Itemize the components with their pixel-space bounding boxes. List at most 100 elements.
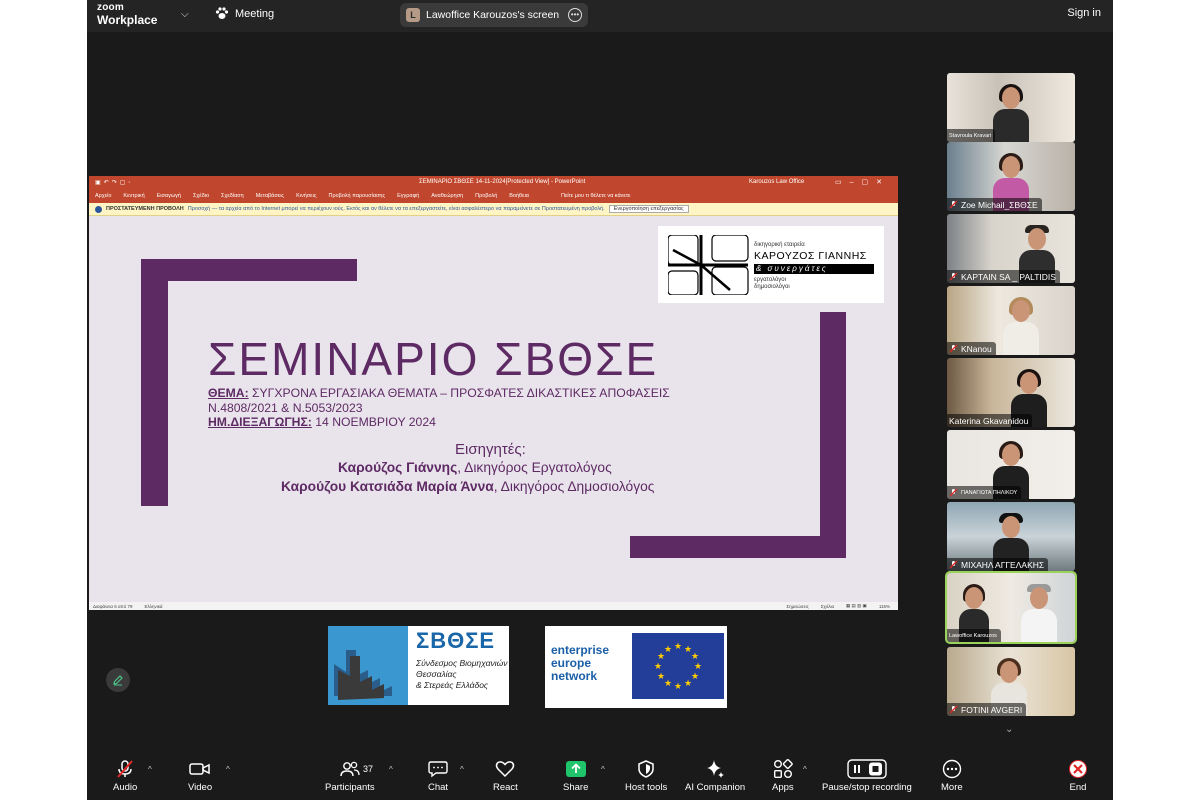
- notes-button[interactable]: Σημειώσεις: [786, 604, 808, 609]
- menu-item[interactable]: Προβολή παρουσίασης: [329, 193, 386, 199]
- sharing-indicator[interactable]: L Lawoffice Karouzos's screen •••: [400, 3, 588, 27]
- zoom-logo: zoom Workplace: [97, 3, 157, 27]
- firm-logo-mark: [668, 235, 749, 295]
- firm-partners: & συνεργάτες: [754, 264, 874, 274]
- svg-text:★: ★: [654, 662, 662, 672]
- participant-tile[interactable]: KAPTAIN SA _ PALTIDIS: [947, 214, 1075, 283]
- mic-off-icon: [117, 760, 133, 778]
- participant-tile-active-speaker[interactable]: Lawoffice Karouzos: [945, 571, 1077, 644]
- participant-tile[interactable]: ΠΑΝΑΓΙΩΤΑ ΠΗΛΙΚΟΥ: [947, 430, 1075, 499]
- een-line1: enterprise: [551, 643, 610, 657]
- mic-off-icon: [949, 705, 958, 714]
- ai-companion-button[interactable]: AI Companion: [685, 758, 745, 793]
- participant-name: ΠΑΝΑΓΙΩΤΑ ΠΗΛΙΚΟΥ: [947, 486, 1022, 499]
- video-options-caret[interactable]: ^: [226, 765, 230, 774]
- mic-off-icon: [949, 272, 958, 281]
- participant-tile[interactable]: Stavroula Kravari: [947, 73, 1075, 142]
- gallery-scroll-down-icon[interactable]: ⌄: [1005, 724, 1013, 735]
- more-button[interactable]: More: [941, 758, 963, 793]
- menu-item[interactable]: Αρχείο: [95, 193, 111, 199]
- chat-label: Chat: [428, 782, 449, 793]
- slide-title: ΣΕΜΙΝΑΡΙΟ ΣΒΘΣΕ: [208, 333, 659, 385]
- meeting-label: Meeting: [235, 7, 275, 20]
- sbose-name: ΣΒΘΣΕ: [416, 628, 496, 653]
- apps-button[interactable]: Apps: [772, 758, 794, 793]
- shared-screen: ▣↶↷▢◦ ΣΕΜΙΝΑΡΙΟ ΣΒΘΣΕ 14-11-2024[Protect…: [89, 176, 898, 610]
- recording-label: Pause/stop recording: [822, 782, 912, 793]
- apps-options-caret[interactable]: ^: [803, 765, 807, 774]
- slide-date: ΗΜ.ΔΙΕΞΑΓΩΓΗΣ: 14 ΝΟΕΜΒΡΙΟΥ 2024: [208, 415, 436, 429]
- end-button[interactable]: End: [1068, 758, 1088, 793]
- meeting-button[interactable]: Meeting: [215, 7, 274, 20]
- audio-button[interactable]: Audio: [113, 758, 137, 793]
- participant-tile[interactable]: FOTINI AVGERI: [947, 647, 1075, 716]
- view-buttons[interactable]: ▦ ▤ ▥ ▣: [846, 603, 867, 609]
- menu-item[interactable]: Σχεδίαση: [221, 193, 244, 199]
- more-icon[interactable]: •••: [568, 8, 582, 22]
- comments-button[interactable]: Σχόλια: [821, 604, 834, 609]
- participant-tile[interactable]: Katerina Gkavanidou: [947, 358, 1075, 427]
- ppt-ribbon-menu: Αρχείο Κεντρική Εισαγωγή Σχέδιο Σχεδίαση…: [89, 189, 898, 203]
- menu-item[interactable]: Εγγραφή: [397, 193, 419, 199]
- mic-off-icon: [949, 560, 958, 569]
- language-indicator: Ελληνικά: [144, 603, 163, 609]
- participant-name: FOTINI AVGERI: [947, 703, 1027, 716]
- menu-item[interactable]: Εισαγωγή: [157, 193, 181, 199]
- participants-options-caret[interactable]: ^: [389, 765, 393, 774]
- protected-view-message: Προσοχή — τα αρχεία από το Internet μπορ…: [187, 206, 605, 212]
- slide-frame: [630, 536, 846, 558]
- share-label: Share: [563, 782, 589, 793]
- chevron-down-icon[interactable]: ⌵: [181, 9, 189, 20]
- annotate-button[interactable]: [106, 668, 130, 692]
- menu-item[interactable]: Μεταβάσεις: [256, 193, 284, 199]
- svg-text:★: ★: [684, 679, 692, 689]
- video-button[interactable]: Video: [188, 758, 212, 793]
- menu-item[interactable]: Κεντρική: [123, 193, 144, 199]
- menu-item[interactable]: Προβολή: [475, 193, 497, 199]
- participants-icon: [340, 761, 360, 777]
- react-icon: [496, 761, 515, 778]
- tell-me-field[interactable]: Πείτε μου τι θέλετε να κάνετε: [561, 193, 631, 199]
- svg-text:★: ★: [691, 672, 699, 682]
- participant-tile[interactable]: KNanou: [947, 286, 1075, 355]
- video-label: Video: [188, 782, 213, 793]
- pause-stop-recording-button[interactable]: Pause/stop recording: [822, 758, 912, 793]
- menu-item[interactable]: Αναθεώρηση: [431, 193, 463, 199]
- firm-logo: δικηγορική εταιρεία ΚΑΡΟΥΖΟΣ ΓΙΑΝΝΗΣ & σ…: [658, 226, 884, 303]
- chat-button[interactable]: Chat: [428, 758, 448, 793]
- react-button[interactable]: React: [493, 758, 518, 793]
- protected-view-label: ΠΡΟΣΤΑΤΕΥΜΕΝΗ ΠΡΟΒΟΛΗ: [106, 206, 184, 212]
- svg-text:★: ★: [664, 679, 672, 689]
- participant-name: Lawoffice Karouzos: [947, 629, 1001, 642]
- speaker-2-name: Καρούζου Κατσιάδα Μαρία Άννα: [281, 479, 494, 494]
- meeting-toolbar: Audio ^ Video ^ Participants 37 ^ Chat ^…: [87, 752, 1113, 800]
- menu-item[interactable]: Κινήσεις: [296, 193, 316, 199]
- audio-label: Audio: [113, 782, 138, 793]
- audio-options-caret[interactable]: ^: [148, 765, 152, 774]
- menu-item[interactable]: Βοήθεια: [509, 193, 529, 199]
- participant-name: Zoe Michail_ΣΒΘΣΕ: [947, 198, 1042, 211]
- host-tools-button[interactable]: Host tools: [625, 758, 667, 793]
- share-options-caret[interactable]: ^: [601, 765, 605, 774]
- participant-tile[interactable]: ΜΙΧΑΗΛ ΑΓΓΕΛΑΚΗΣ: [947, 502, 1075, 571]
- speaker-1: Καρούζος Γιάννης, Δικηγόρος Εργατολόγος: [338, 460, 612, 475]
- participant-video: [993, 84, 1029, 142]
- slide-frame: [141, 259, 168, 506]
- ai-companion-label: AI Companion: [685, 782, 746, 793]
- share-button[interactable]: Share: [563, 758, 588, 793]
- participants-label: Participants: [325, 782, 375, 793]
- signin-link[interactable]: Sign in: [1067, 7, 1101, 19]
- svg-text:★: ★: [674, 642, 682, 652]
- apps-label: Apps: [772, 782, 794, 793]
- pen-icon: [113, 675, 123, 686]
- enable-editing-button[interactable]: Ενεργοποίηση επεξεργασίας: [608, 205, 689, 213]
- react-label: React: [493, 782, 518, 793]
- menu-item[interactable]: Σχέδιο: [193, 193, 209, 199]
- date-text: 14 ΝΟΕΜΒΡΙΟΥ 2024: [311, 415, 436, 429]
- participant-tile[interactable]: Zoe Michail_ΣΒΘΣΕ: [947, 142, 1075, 211]
- slide-frame: [820, 312, 846, 558]
- chat-options-caret[interactable]: ^: [460, 765, 464, 774]
- sbose-sub3: & Στερεάς Ελλάδος: [416, 680, 489, 690]
- firm-name: ΚΑΡΟΥΖΟΣ ΓΙΑΝΝΗΣ: [754, 250, 867, 262]
- svg-text:★: ★: [691, 652, 699, 662]
